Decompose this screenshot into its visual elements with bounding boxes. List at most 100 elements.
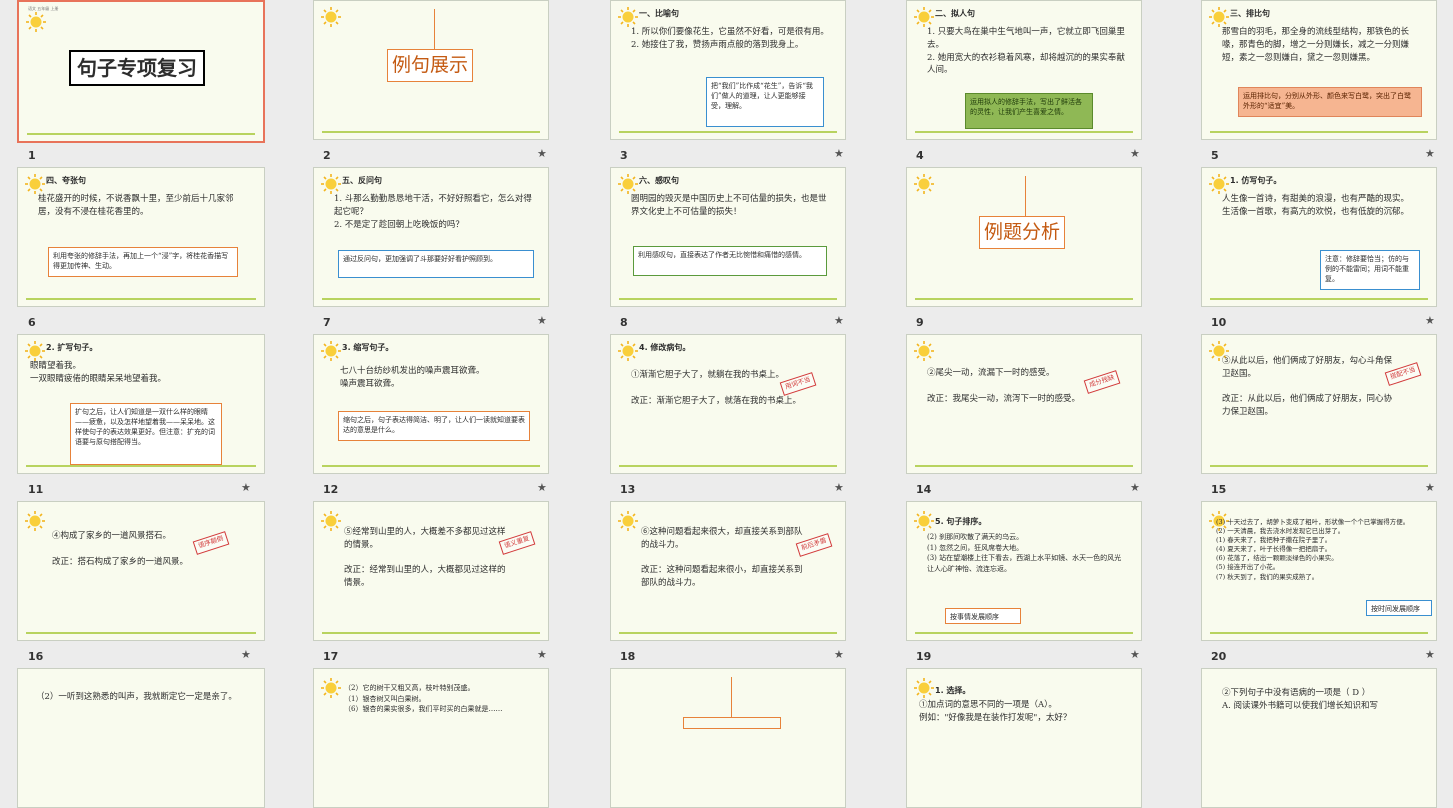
- slide-body: 桂花盛开的时候，不说香飘十里，至少前后十几家邻居，没有不浸在桂花香里的。: [38, 194, 234, 217]
- slide-heading: 2. 扩写句子。: [46, 343, 98, 352]
- slide-body: 人生像一首诗，有甜美的浪漫，也有严酷的现实。 生活像一首歌，有高亢的欢悦，也有低…: [1222, 194, 1410, 217]
- transition-star-icon[interactable]: ★: [1130, 481, 1140, 494]
- slide-heading: 4. 修改病句。: [639, 343, 691, 352]
- transition-star-icon[interactable]: ★: [1130, 147, 1140, 160]
- slide-thumbnail-14[interactable]: ②尾尖一动，流漏下一时的感受。 改正：我尾尖一动，流泻下一时的感受。 成分残缺: [906, 334, 1142, 474]
- annotation-box: 运用排比句，分别从外形、颜色来写白鹭，突出了白鹭外形的“适宜”美。: [1238, 87, 1422, 117]
- sun-icon: [321, 341, 341, 361]
- annotation-box: 按时间发展顺序: [1366, 600, 1432, 616]
- slide-number: 5: [1211, 149, 1219, 162]
- transition-star-icon[interactable]: ★: [1425, 648, 1435, 661]
- sun-icon: [25, 174, 45, 194]
- annotation-box: 把“我们”比作成“花生”，告诉“我们”做人的道理，让人更能够接受，理解。: [706, 77, 824, 127]
- slide-heading: 二、拟人句: [935, 9, 975, 18]
- slide-thumbnail-8[interactable]: 六、感叹句 圆明园的毁灭是中国历史上不可估量的损失，也是世界文化史上不可估量的损…: [610, 167, 846, 307]
- slide-thumbnail-2[interactable]: 例句展示: [313, 0, 549, 140]
- slide-number: 20: [1211, 650, 1227, 663]
- slide-thumbnail-25[interactable]: ②下列句子中没有语病的一项是（ D ） A. 阅读课外书籍可以使我们增长知识和写: [1201, 668, 1437, 808]
- transition-star-icon[interactable]: ★: [1425, 147, 1435, 160]
- sun-icon: [26, 12, 46, 32]
- annotation-box: 利用感叹句，直接表达了作者无比惋惜和痛惜的感情。: [633, 246, 827, 276]
- slide-body: (3) 十天过去了，胡萝卜变成了粗叶，形状像一个个已掌握得方便。 (2) 一天清…: [1216, 518, 1410, 581]
- divider: [619, 131, 837, 133]
- slide-thumbnail-15[interactable]: ③从此以后，他们俩成了好朋友，勾心斗角保卫赵国。 改正：从此以后，他们俩成了好朋…: [1201, 334, 1437, 474]
- slide-number: 7: [323, 316, 331, 329]
- slide-thumbnail-24[interactable]: 1. 选择。 ①加点词的意思不同的一项是（A）。 例如："好像我是在装作打发呢"…: [906, 668, 1142, 808]
- divider: [1210, 465, 1428, 467]
- slide-thumbnail-4[interactable]: 二、拟人句 1. 只要大鸟在巢中生气地叫一声，它就立即飞回巢里去。 2. 她用宽…: [906, 0, 1142, 140]
- divider: [915, 298, 1133, 300]
- divider: [26, 298, 256, 300]
- annotation-box: 扩句之后，让人们知道是一双什么样的眼睛——疲惫，以及怎样地望着我——呆呆地。这样…: [70, 403, 222, 465]
- slide-thumbnail-12[interactable]: 3. 缩写句子。 七八十台纺纱机发出的噪声震耳欲聋。 噪声震耳欲聋。 缩句之后，…: [313, 334, 549, 474]
- slide-number: 10: [1211, 316, 1227, 329]
- annotation-box: 运用拟人的修辞手法，写出了鲜活各的灵性，让我们产生喜爱之情。: [965, 93, 1093, 129]
- title-box: [683, 717, 781, 729]
- slide-title: 例题分析: [979, 216, 1066, 249]
- slide-thumbnail-22[interactable]: （2）它的树干又粗又高，枝叶特别茂盛。 （1）银杏树又叫白果树。 （6）银杏的果…: [313, 668, 549, 808]
- transition-star-icon[interactable]: ★: [537, 314, 547, 327]
- annotation-box: 按事情发展顺序: [945, 608, 1021, 624]
- transition-star-icon[interactable]: ★: [241, 481, 251, 494]
- slide-number: 19: [916, 650, 932, 663]
- transition-star-icon[interactable]: ★: [834, 648, 844, 661]
- transition-star-icon[interactable]: ★: [537, 648, 547, 661]
- transition-star-icon[interactable]: ★: [834, 481, 844, 494]
- transition-star-icon[interactable]: ★: [537, 147, 547, 160]
- slide-thumbnail-7[interactable]: 五、反问句 1. 斗那么勤勤恳恳地干活，不好好照看它，怎么对得起它呢？ 2. 不…: [313, 167, 549, 307]
- slide-number: 14: [916, 483, 932, 496]
- connector-line: [434, 9, 435, 49]
- slide-body: (2) 刹那间吹散了满天的乌云。 (1) 忽然之间，狂风席卷大地。 (3) 站在…: [927, 533, 1122, 573]
- slide-heading: 三、排比句: [1230, 9, 1270, 18]
- transition-star-icon[interactable]: ★: [1130, 648, 1140, 661]
- transition-star-icon[interactable]: ★: [834, 147, 844, 160]
- slide-thumbnail-10[interactable]: 1. 仿写句子。 人生像一首诗，有甜美的浪漫，也有严酷的现实。 生活像一首歌，有…: [1201, 167, 1437, 307]
- sun-icon: [618, 7, 638, 27]
- slide-thumbnail-23[interactable]: [610, 668, 846, 808]
- transition-star-icon[interactable]: ★: [1425, 314, 1435, 327]
- annotation-box: 注意：修辞要恰当；仿的与例的不能雷同；用词不能重复。: [1320, 250, 1420, 290]
- slide-body: （2）它的树干又粗又高，枝叶特别茂盛。 （1）银杏树又叫白果树。 （6）银杏的果…: [344, 684, 503, 713]
- slide-thumbnail-18[interactable]: ⑥这种问题看起来很大，却直接关系到部队的战斗力。 改正：这种问题看起来很小，却直…: [610, 501, 846, 641]
- divider: [619, 632, 837, 634]
- divider: [26, 465, 256, 467]
- transition-star-icon[interactable]: ★: [241, 648, 251, 661]
- sun-icon: [914, 511, 934, 531]
- slide-body: 圆明园的毁灭是中国历史上不可估量的损失，也是世界文化史上不可估量的损失！: [631, 194, 827, 217]
- slide-body: （2）一听到这熟悉的叫声，我就断定它一定是亲了。: [36, 692, 237, 702]
- slide-thumbnail-3[interactable]: 一、比喻句 1. 所以你们要像花生，它虽然不好看，可是很有用。 2. 她接住了我…: [610, 0, 846, 140]
- transition-star-icon[interactable]: ★: [1425, 481, 1435, 494]
- divider: [619, 298, 837, 300]
- slide-heading: 1. 仿写句子。: [1230, 176, 1282, 185]
- slide-body: 眼睛望着我。 一双眼睛疲倦的眼睛呆呆地望着我。: [30, 361, 167, 384]
- divider: [619, 465, 837, 467]
- slide-thumbnail-17[interactable]: ⑤经常到山里的人，大概差不多都见过这样的情景。 改正：经常到山里的人，大概都见过…: [313, 501, 549, 641]
- transition-star-icon[interactable]: ★: [537, 481, 547, 494]
- slide-number: 18: [620, 650, 636, 663]
- sun-icon: [25, 511, 45, 531]
- slide-heading: 六、感叹句: [639, 176, 679, 185]
- annotation-box: 利用夸张的修辞手法，再加上一个“浸”字，将桂花香描写得更加传神、生动。: [48, 247, 238, 277]
- slide-heading: 5. 句子排序。: [935, 517, 987, 526]
- slide-thumbnail-5[interactable]: 三、排比句 那雪白的羽毛，那全身的流线型结构，那铁色的长喙，那青色的脚，增之一分…: [1201, 0, 1437, 140]
- slide-thumbnail-13[interactable]: 4. 修改病句。 ①渐渐它胆子大了，就躺在我的书桌上。 改正：渐渐它胆子大了，就…: [610, 334, 846, 474]
- slide-heading: 四、夸张句: [46, 176, 86, 185]
- annotation-box: 缩句之后，句子表达得简洁、明了，让人们一读就知道要表达的意思是什么。: [338, 411, 530, 441]
- slide-thumbnail-19[interactable]: 5. 句子排序。 (2) 刹那间吹散了满天的乌云。 (1) 忽然之间，狂风席卷大…: [906, 501, 1142, 641]
- slide-thumbnail-21[interactable]: （2）一听到这熟悉的叫声，我就断定它一定是亲了。: [17, 668, 265, 808]
- slide-thumbnail-16[interactable]: ④构成了家乡的一道风景搭石。 改正：搭石构成了家乡的一道风景。 语序颠倒: [17, 501, 265, 641]
- slide-thumbnail-20[interactable]: (3) 十天过去了，胡萝卜变成了粗叶，形状像一个个已掌握得方便。 (2) 一天清…: [1201, 501, 1437, 641]
- slide-title: 例句展示: [387, 49, 474, 82]
- slide-thumbnail-11[interactable]: 2. 扩写句子。 眼睛望着我。 一双眼睛疲倦的眼睛呆呆地望着我。 扩句之后，让人…: [17, 334, 265, 474]
- slide-body: ①加点词的意思不同的一项是（A）。 例如："好像我是在装作打发呢"，太好？: [919, 700, 1072, 723]
- sun-icon: [618, 341, 638, 361]
- slide-number: 12: [323, 483, 339, 496]
- divider: [322, 298, 540, 300]
- transition-star-icon[interactable]: ★: [834, 314, 844, 327]
- divider: [322, 131, 540, 133]
- divider: [1210, 298, 1428, 300]
- sun-icon: [1209, 7, 1229, 27]
- slide-thumbnail-1[interactable]: 语文 五年级 上册 句子专项复习: [17, 0, 265, 143]
- slide-thumbnail-6[interactable]: 四、夸张句 桂花盛开的时候，不说香飘十里，至少前后十几家邻居，没有不浸在桂花香里…: [17, 167, 265, 307]
- slide-thumbnail-9[interactable]: 例题分析: [906, 167, 1142, 307]
